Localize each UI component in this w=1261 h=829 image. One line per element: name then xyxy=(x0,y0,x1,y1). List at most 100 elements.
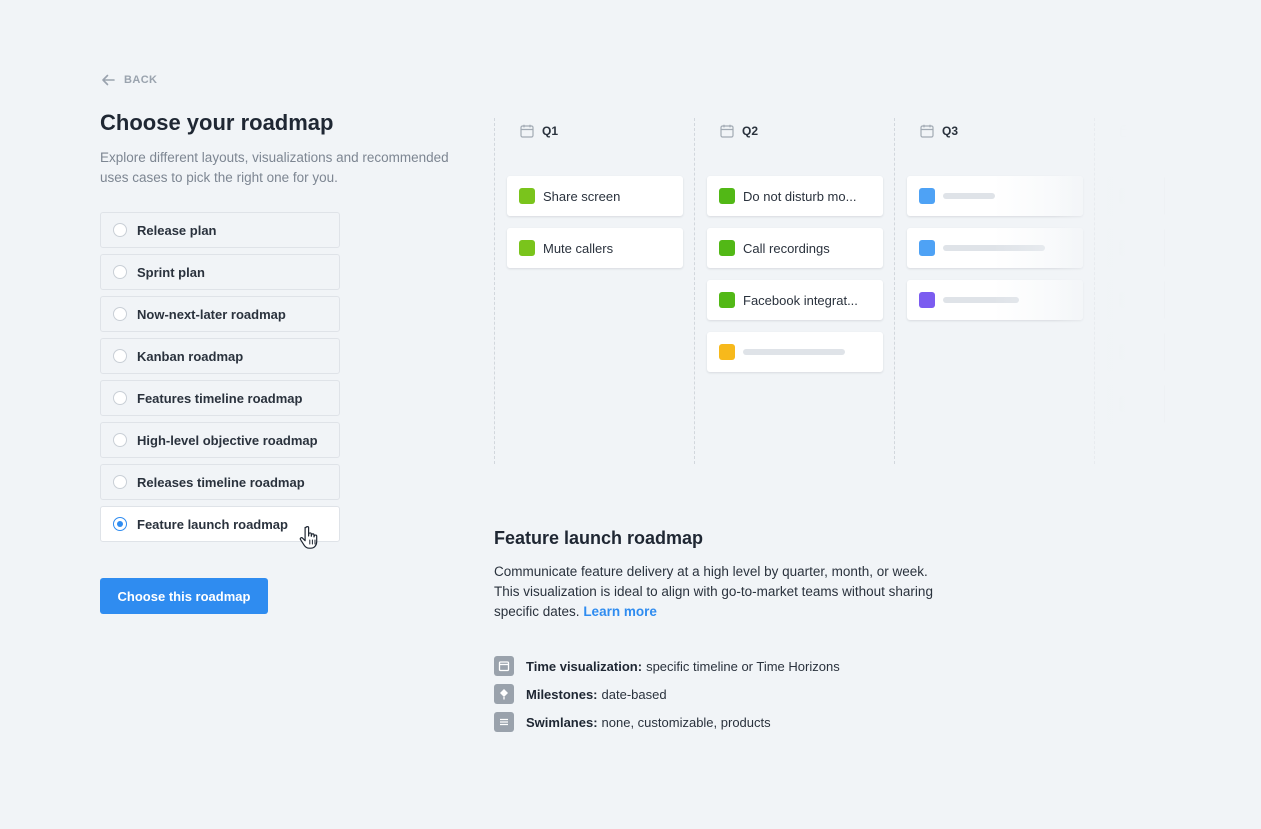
back-link[interactable]: BACK xyxy=(100,72,157,88)
placeholder-bar xyxy=(943,297,1019,303)
page-subtitle: Explore different layouts, visualization… xyxy=(100,150,449,185)
card-color-swatch xyxy=(1119,396,1135,412)
option-label: Feature launch roadmap xyxy=(137,516,288,532)
column-q2: Q2 Do not disturb mo... Call recordings … xyxy=(694,118,894,464)
learn-more-link[interactable]: Learn more xyxy=(583,604,657,619)
column-label: Q3 xyxy=(942,124,959,138)
feature-card[interactable]: Share screen xyxy=(507,176,683,216)
card-title: Facebook integrat... xyxy=(743,292,858,308)
calendar-icon xyxy=(920,124,934,138)
roadmap-options: Release plan Sprint plan Now-next-later … xyxy=(100,212,340,548)
option-kanban-roadmap[interactable]: Kanban roadmap xyxy=(100,338,340,374)
card-title: Call recordings xyxy=(743,240,830,256)
radio-button[interactable] xyxy=(113,307,127,321)
feature-card-placeholder xyxy=(1107,280,1165,320)
calendar-icon xyxy=(520,124,534,138)
feature-card-placeholder xyxy=(1107,228,1165,268)
radio-button-selected[interactable] xyxy=(113,517,127,531)
option-features-timeline-roadmap[interactable]: Features timeline roadmap xyxy=(100,380,340,416)
choose-roadmap-button[interactable]: Choose this roadmap xyxy=(100,578,268,614)
card-color-swatch xyxy=(719,188,735,204)
feature-value: none, customizable, products xyxy=(601,714,771,730)
column-header: Q1 xyxy=(520,124,558,138)
roadmap-preview-board: Q1 Share screen Mute callers Q2 Do not d… xyxy=(494,118,1165,466)
feature-card-placeholder xyxy=(1107,332,1165,372)
card-color-swatch xyxy=(1119,188,1135,204)
placeholder-bar xyxy=(943,193,995,199)
card-color-swatch xyxy=(719,292,735,308)
column-q4: Q4 xyxy=(1094,118,1165,464)
column-header: Q4 xyxy=(1120,124,1158,138)
card-color-swatch xyxy=(519,188,535,204)
column-header: Q2 xyxy=(720,124,758,138)
radio-button[interactable] xyxy=(113,223,127,237)
radio-button[interactable] xyxy=(113,391,127,405)
column-q3: Q3 xyxy=(894,118,1094,464)
feature-key: Milestones: xyxy=(526,686,598,702)
placeholder-bar xyxy=(943,245,1045,251)
card-color-swatch xyxy=(1119,292,1135,308)
option-now-next-later-roadmap[interactable]: Now-next-later roadmap xyxy=(100,296,340,332)
milestone-icon xyxy=(494,684,514,704)
option-label: Kanban roadmap xyxy=(137,348,244,364)
card-title: Mute callers xyxy=(543,240,614,256)
roadmap-chooser-page: BACK Choose your roadmap Explore differe… xyxy=(0,0,1261,829)
feature-card-placeholder[interactable] xyxy=(907,228,1083,268)
description-text: Communicate feature delivery at a high l… xyxy=(494,564,933,619)
feature-swimlanes: Swimlanes: none, customizable, products xyxy=(494,708,840,736)
roadmap-description-title: Feature launch roadmap xyxy=(494,528,704,548)
option-releases-timeline-roadmap[interactable]: Releases timeline roadmap xyxy=(100,464,340,500)
option-release-plan[interactable]: Release plan xyxy=(100,212,340,248)
feature-key: Swimlanes: xyxy=(526,714,598,730)
back-label: BACK xyxy=(124,74,158,86)
column-label: Q4 xyxy=(1142,124,1159,138)
card-color-swatch xyxy=(719,344,735,360)
option-sprint-plan[interactable]: Sprint plan xyxy=(100,254,340,290)
feature-card-placeholder[interactable] xyxy=(707,332,883,372)
feature-card-placeholder[interactable] xyxy=(907,176,1083,216)
feature-value: specific timeline or Time Horizons xyxy=(646,658,840,674)
option-label: Release plan xyxy=(137,222,217,238)
calendar-icon xyxy=(1120,124,1134,138)
swimlanes-icon xyxy=(494,712,514,732)
option-high-level-objective-roadmap[interactable]: High-level objective roadmap xyxy=(100,422,340,458)
feature-milestones: Milestones: date-based xyxy=(494,680,840,708)
option-label: Features timeline roadmap xyxy=(137,390,303,406)
feature-card[interactable]: Call recordings xyxy=(707,228,883,268)
option-label: High-level objective roadmap xyxy=(137,432,318,448)
feature-card[interactable]: Mute callers xyxy=(507,228,683,268)
column-label: Q1 xyxy=(542,124,559,138)
option-label: Now-next-later roadmap xyxy=(137,306,286,322)
radio-button[interactable] xyxy=(113,433,127,447)
card-title: Share screen xyxy=(543,188,621,204)
card-color-swatch xyxy=(919,240,935,256)
calendar-icon xyxy=(494,656,514,676)
feature-card-placeholder xyxy=(1107,176,1165,216)
radio-button[interactable] xyxy=(113,265,127,279)
column-label: Q2 xyxy=(742,124,759,138)
card-color-swatch xyxy=(919,188,935,204)
arrow-left-icon xyxy=(102,74,115,86)
roadmap-description: Communicate feature delivery at a high l… xyxy=(494,562,954,622)
feature-time-visualization: Time visualization: specific timeline or… xyxy=(494,652,840,680)
card-title: Do not disturb mo... xyxy=(743,188,857,204)
feature-card[interactable]: Do not disturb mo... xyxy=(707,176,883,216)
column-q1: Q1 Share screen Mute callers xyxy=(494,118,694,464)
placeholder-bar xyxy=(743,349,845,355)
column-header: Q3 xyxy=(920,124,958,138)
card-color-swatch xyxy=(1119,240,1135,256)
radio-button[interactable] xyxy=(113,475,127,489)
option-label: Releases timeline roadmap xyxy=(137,474,305,490)
feature-value: date-based xyxy=(601,686,667,702)
card-color-swatch xyxy=(719,240,735,256)
feature-card-placeholder xyxy=(1107,384,1165,424)
card-color-swatch xyxy=(1119,344,1135,360)
feature-card-placeholder[interactable] xyxy=(907,280,1083,320)
roadmap-features-list: Time visualization: specific timeline or… xyxy=(494,652,840,736)
radio-button[interactable] xyxy=(113,349,127,363)
feature-key: Time visualization: xyxy=(526,658,643,674)
page-title: Choose your roadmap xyxy=(100,110,334,135)
hand-pointer-icon xyxy=(299,526,318,549)
feature-card[interactable]: Facebook integrat... xyxy=(707,280,883,320)
card-color-swatch xyxy=(519,240,535,256)
